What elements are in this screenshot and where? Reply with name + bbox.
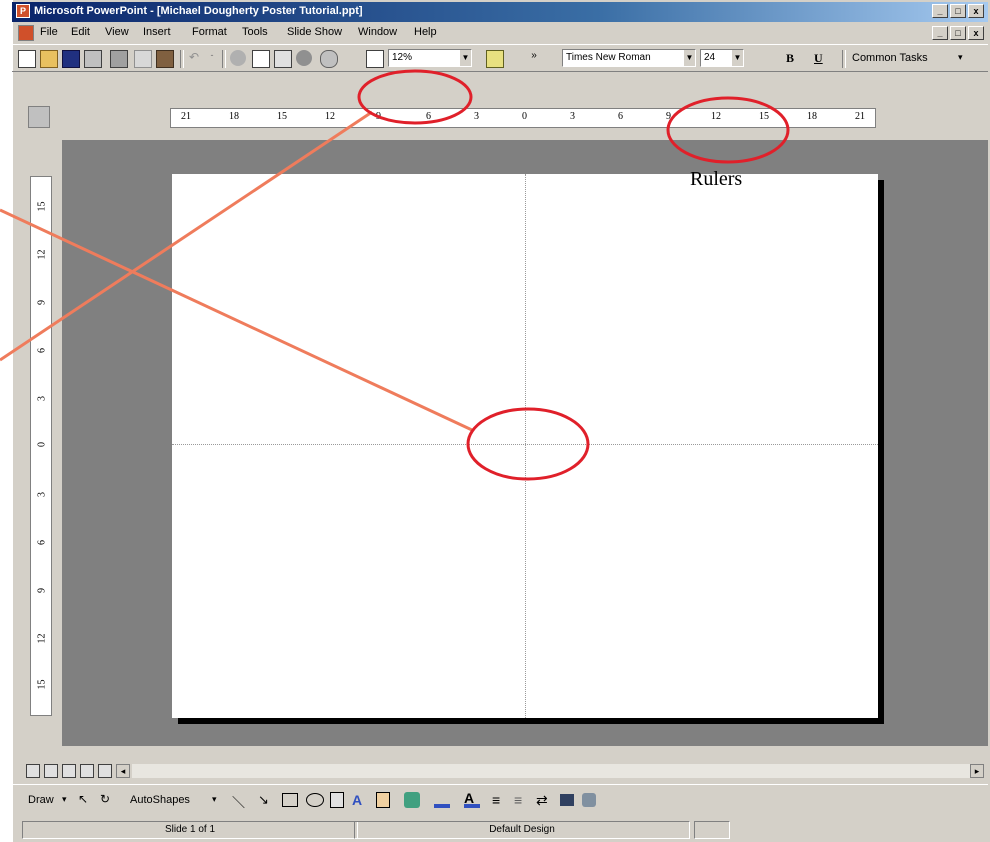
- zoom-highlight-circle: [357, 69, 473, 125]
- slide-sorter-icon[interactable]: [80, 764, 94, 778]
- design-template-status: Default Design: [354, 821, 690, 839]
- slide-view-icon[interactable]: [62, 764, 76, 778]
- normal-view-icon[interactable]: [26, 764, 40, 778]
- scroll-right-icon[interactable]: ▸: [970, 764, 984, 778]
- arrow-icon[interactable]: ↘: [258, 792, 274, 808]
- arrow-style-icon[interactable]: ⇄: [536, 792, 552, 808]
- font-color-icon[interactable]: A: [464, 790, 480, 808]
- fill-color-icon[interactable]: [404, 792, 420, 808]
- rectangle-icon[interactable]: [282, 793, 298, 807]
- rulers-annotation-label: Rulers: [690, 168, 743, 190]
- line-color-icon[interactable]: [434, 792, 450, 808]
- pointer-line-to-guide: [0, 208, 473, 432]
- oval-icon[interactable]: [306, 793, 324, 807]
- select-objects-icon[interactable]: ↖: [78, 792, 92, 806]
- outline-view-icon[interactable]: [44, 764, 58, 778]
- dash-style-icon[interactable]: ≡: [514, 792, 530, 808]
- slide-show-icon[interactable]: [98, 764, 112, 778]
- spelling-status-icon[interactable]: [694, 821, 730, 839]
- ruler-highlight-circle: [666, 96, 790, 164]
- line-icon[interactable]: ＼: [232, 792, 248, 810]
- guide-highlight-circle: [466, 407, 590, 481]
- clip-art-icon[interactable]: [376, 792, 390, 808]
- chevron-down-icon[interactable]: ▾: [212, 794, 217, 805]
- 3d-icon[interactable]: [582, 793, 596, 807]
- scroll-left-icon[interactable]: ◂: [116, 764, 130, 778]
- draw-menu-button[interactable]: Draw: [28, 794, 54, 806]
- slide-count-status: Slide 1 of 1: [22, 821, 358, 839]
- text-box-icon[interactable]: [330, 792, 344, 808]
- horizontal-scrollbar[interactable]: [132, 764, 970, 778]
- status-bar: Slide 1 of 1 Default Design: [12, 818, 988, 842]
- autoshapes-menu-button[interactable]: AutoShapes: [130, 794, 190, 806]
- shadow-icon[interactable]: [560, 794, 574, 806]
- wordart-icon[interactable]: A: [352, 792, 368, 808]
- annotation-overlay: [0, 69, 790, 481]
- line-style-icon[interactable]: ≡: [492, 792, 508, 808]
- chevron-down-icon[interactable]: ▾: [62, 794, 67, 805]
- free-rotate-icon[interactable]: ↻: [100, 792, 114, 806]
